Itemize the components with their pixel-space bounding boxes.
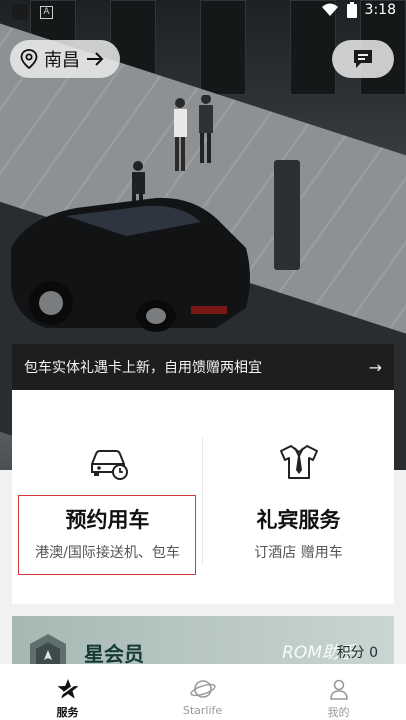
person-figure (174, 95, 213, 171)
tab-label: 服务 (56, 706, 79, 719)
tab-label: 我的 (327, 706, 350, 719)
selection-highlight (18, 495, 196, 575)
banner-text: 包车实体礼遇卡上新，自用馈赠两相宜 (24, 360, 262, 376)
message-button[interactable] (332, 40, 394, 78)
tab-starlife[interactable]: Starlife (135, 664, 270, 720)
tab-label: Starlife (182, 704, 223, 717)
arrow-right-icon (87, 52, 104, 66)
person-icon (329, 679, 348, 700)
member-title: 星会员 (84, 642, 144, 666)
location-pin-icon (20, 49, 38, 69)
city-name: 南昌 (44, 50, 80, 71)
car-image (11, 197, 250, 332)
status-bar: A 3:18 (0, 0, 406, 24)
wifi-icon (321, 3, 338, 16)
promo-banner[interactable]: 包车实体礼遇卡上新，自用馈赠两相宜 → (12, 344, 394, 390)
banner-arrow-icon: → (368, 357, 382, 377)
shirt-icon (279, 445, 318, 479)
post (274, 160, 300, 270)
notification-icon (12, 4, 28, 20)
status-time: 3:18 (364, 2, 396, 18)
bottom-tab-bar: 服务 Starlife 我的 (0, 664, 406, 720)
star-icon (57, 679, 78, 699)
service-title: 礼宾服务 (256, 508, 341, 532)
car-clock-icon (90, 450, 128, 480)
message-icon (354, 50, 372, 68)
concierge-service[interactable]: 礼宾服务 订酒店 赠用车 (203, 390, 394, 604)
tab-mine[interactable]: 我的 (271, 664, 406, 720)
tab-services[interactable]: 服务 (0, 664, 135, 720)
city-selector[interactable]: 南昌 (10, 40, 120, 78)
service-subtitle: 订酒店 赠用车 (254, 545, 343, 561)
battery-icon (346, 2, 357, 18)
keyboard-indicator-icon: A (40, 6, 53, 19)
points-label: 积分 0 (336, 645, 378, 661)
planet-icon (189, 680, 216, 698)
